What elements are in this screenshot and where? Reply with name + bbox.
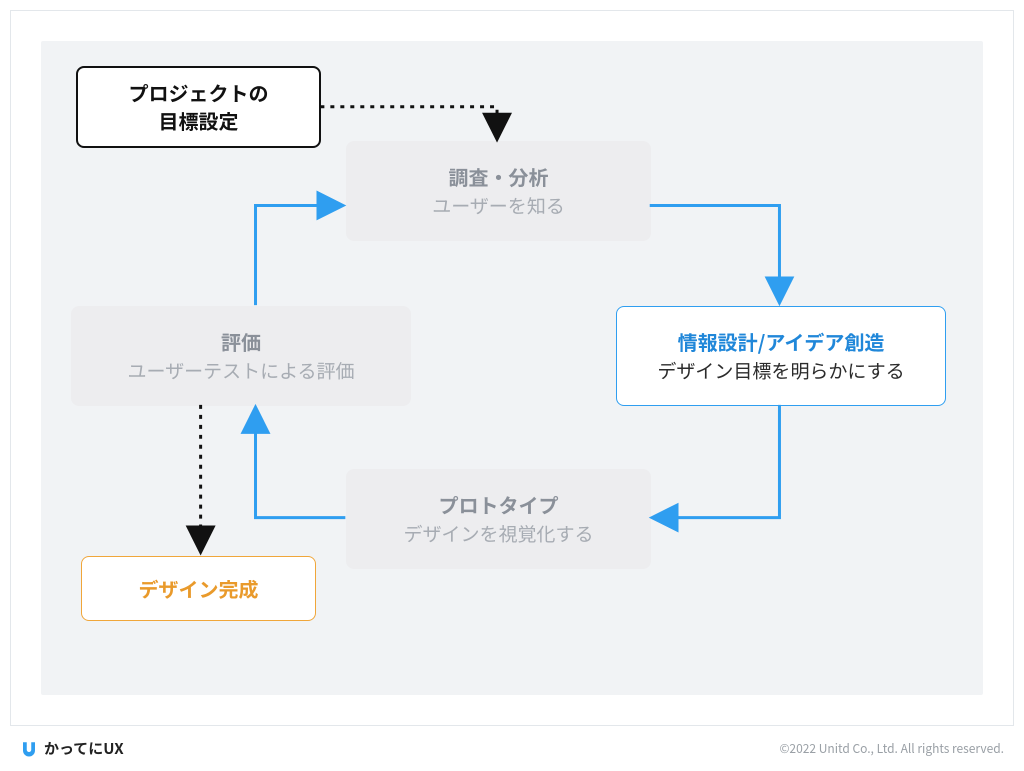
node-goal: プロジェクトの 目標設定	[76, 66, 321, 148]
brand-logo-icon	[20, 740, 38, 758]
node-proto-title: プロトタイプ	[439, 491, 559, 519]
node-done-title: デザイン完成	[139, 575, 259, 603]
page: プロジェクトの 目標設定 調査・分析 ユーザーを知る 情報設計/アイデア創造 デ…	[0, 0, 1024, 771]
node-eval: 評価 ユーザーテストによる評価	[71, 306, 411, 406]
node-research-subtitle: ユーザーを知る	[432, 193, 565, 220]
node-ia: 情報設計/アイデア創造 デザイン目標を明らかにする	[616, 306, 946, 406]
node-proto-subtitle: デザインを視覚化する	[403, 521, 593, 548]
frame-outer: プロジェクトの 目標設定 調査・分析 ユーザーを知る 情報設計/アイデア創造 デ…	[10, 10, 1014, 726]
footer: かってにUX ©2022 Unitd Co., Ltd. All rights …	[0, 726, 1024, 771]
copyright: ©2022 Unitd Co., Ltd. All rights reserve…	[779, 740, 1004, 757]
node-done: デザイン完成	[81, 556, 316, 621]
node-eval-title: 評価	[221, 328, 261, 356]
node-eval-subtitle: ユーザーテストによる評価	[127, 358, 354, 385]
node-goal-line2: 目標設定	[159, 107, 239, 135]
brand: かってにUX	[20, 738, 124, 759]
node-research-title: 調査・分析	[449, 163, 549, 191]
node-research: 調査・分析 ユーザーを知る	[346, 141, 651, 241]
node-proto: プロトタイプ デザインを視覚化する	[346, 469, 651, 569]
node-ia-subtitle: デザイン目標を明らかにする	[657, 358, 904, 385]
brand-text: かってにUX	[44, 738, 124, 759]
node-goal-line1: プロジェクトの	[129, 79, 269, 107]
node-ia-title: 情報設計/アイデア創造	[678, 328, 885, 356]
